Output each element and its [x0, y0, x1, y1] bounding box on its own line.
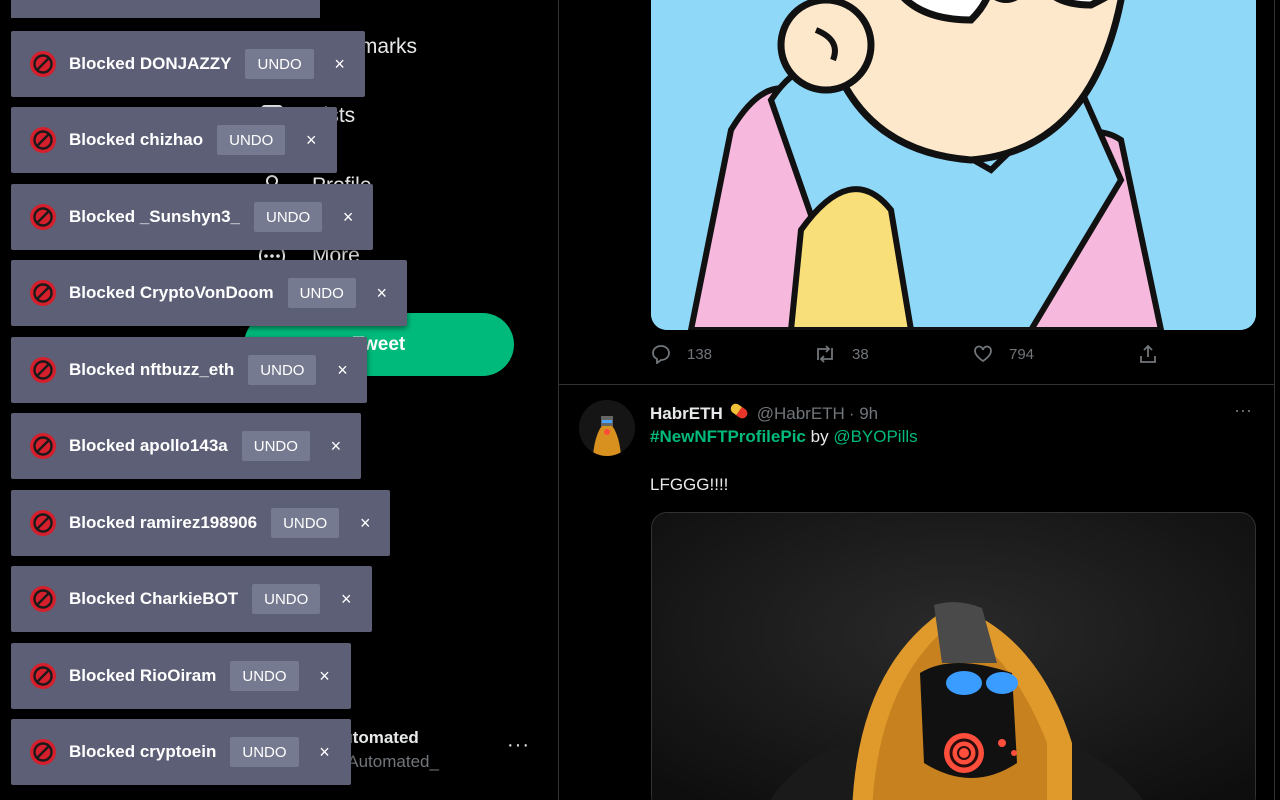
close-icon[interactable]: ×: [317, 742, 333, 763]
pill-icon: [727, 400, 751, 427]
undo-button[interactable]: UNDO: [217, 125, 286, 155]
toast-message: Blocked _Sunshyn3_: [69, 207, 241, 226]
undo-button[interactable]: UNDO: [248, 355, 317, 385]
tweet-time[interactable]: · 9h: [849, 404, 878, 424]
undo-button[interactable]: UNDO: [230, 661, 299, 691]
block-badge-icon: [30, 51, 56, 77]
toast-message: Blocked DONJAZZY: [69, 54, 232, 73]
block-badge-icon: [30, 663, 56, 689]
reply-icon: [652, 345, 670, 364]
toast-message: Blocked cryptoein: [69, 742, 217, 761]
close-icon[interactable]: ×: [332, 54, 348, 75]
block-toast: Blocked ramirez198906 UNDO ×: [11, 490, 390, 556]
like-button[interactable]: 794: [973, 344, 1034, 364]
share-button[interactable]: [1138, 344, 1174, 364]
undo-button[interactable]: UNDO: [241, 431, 310, 461]
retweet-button[interactable]: 38: [814, 344, 869, 364]
block-badge-icon: [30, 433, 56, 459]
author-name[interactable]: HabrETH: [650, 404, 723, 424]
column-divider-right: [1274, 0, 1275, 800]
tweet-separator: [559, 384, 1274, 385]
block-toast: Blocked _Sunshyn3_ UNDO ×: [11, 184, 373, 250]
by-text: by: [810, 427, 829, 446]
close-icon[interactable]: ×: [334, 360, 350, 381]
block-toast: Blocked CryptoVonDoom UNDO ×: [11, 260, 407, 326]
close-icon[interactable]: ×: [328, 436, 344, 457]
share-icon: [1140, 344, 1156, 363]
undo-button[interactable]: UNDO: [245, 49, 314, 79]
toast-message: Blocked chizhao: [69, 130, 204, 149]
toast-message: Blocked RioOiram: [69, 666, 217, 685]
toast-message: Blocked nftbuzz_eth: [69, 360, 235, 379]
toast-message: Blocked ramirez198906: [69, 513, 258, 532]
reply-count: 138: [687, 345, 713, 363]
block-toast: Blocked nftbuzz_eth UNDO ×: [11, 337, 367, 403]
tweet2-line: #NewNFTProfilePic by @BYOPills: [650, 427, 918, 447]
toast-partial: [11, 0, 320, 18]
reply-button[interactable]: 138: [651, 344, 712, 364]
retweet-icon: [817, 345, 833, 363]
close-icon[interactable]: ×: [374, 283, 390, 304]
tweet-more-icon[interactable]: ···: [1234, 400, 1252, 421]
close-icon[interactable]: ×: [303, 130, 319, 151]
close-icon[interactable]: ×: [357, 513, 373, 534]
toast-message: Blocked apollo143a: [69, 436, 228, 455]
undo-button[interactable]: UNDO: [287, 278, 356, 308]
close-icon[interactable]: ×: [340, 207, 356, 228]
tweet-media-cartoon[interactable]: [651, 0, 1256, 330]
block-badge-icon: [30, 586, 56, 612]
heart-icon: [974, 345, 992, 363]
avatar[interactable]: [579, 400, 635, 456]
avatar-image: [579, 400, 635, 456]
undo-button[interactable]: UNDO: [271, 508, 340, 538]
block-toast: Blocked cryptoein UNDO ×: [11, 719, 351, 785]
toast-message: Blocked CryptoVonDoom: [69, 283, 274, 302]
block-badge-icon: [30, 357, 56, 383]
close-icon[interactable]: ×: [317, 666, 333, 687]
tweet-media-hooded-figure[interactable]: [651, 512, 1256, 800]
block-badge-icon: [30, 204, 56, 230]
account-more-icon[interactable]: ···: [507, 734, 530, 757]
toast-message: Blocked CharkieBOT: [69, 589, 239, 608]
block-toast: Blocked apollo143a UNDO ×: [11, 413, 361, 479]
author-handle[interactable]: @HabrETH: [757, 404, 845, 424]
like-count: 794: [1009, 345, 1035, 363]
account-switcher[interactable]: Automated @Automated_ ···: [330, 726, 540, 776]
tweet2-header: HabrETH @HabrETH · 9h: [650, 400, 878, 427]
block-toast: Blocked chizhao UNDO ×: [11, 107, 337, 173]
cartoon-illustration: [651, 0, 1256, 330]
mention-link[interactable]: @BYOPills: [833, 427, 917, 446]
hooded-figure-illustration: [652, 513, 1255, 800]
block-badge-icon: [30, 739, 56, 765]
retweet-count: 38: [852, 345, 869, 363]
column-divider-left: [558, 0, 559, 800]
tweet-text: LFGGG!!!!: [650, 475, 729, 494]
tweet1-actions: 138 38 794: [651, 344, 1171, 372]
close-icon[interactable]: ×: [338, 589, 354, 610]
block-toast: Blocked CharkieBOT UNDO ×: [11, 566, 372, 632]
undo-button[interactable]: UNDO: [254, 202, 323, 232]
block-badge-icon: [30, 510, 56, 536]
undo-button[interactable]: UNDO: [252, 584, 321, 614]
undo-button[interactable]: UNDO: [230, 737, 299, 767]
block-badge-icon: [30, 280, 56, 306]
hashtag-link[interactable]: #NewNFTProfilePic: [650, 427, 806, 446]
block-badge-icon: [30, 127, 56, 153]
block-toast: Blocked DONJAZZY UNDO ×: [11, 31, 365, 97]
block-toast: Blocked RioOiram UNDO ×: [11, 643, 351, 709]
